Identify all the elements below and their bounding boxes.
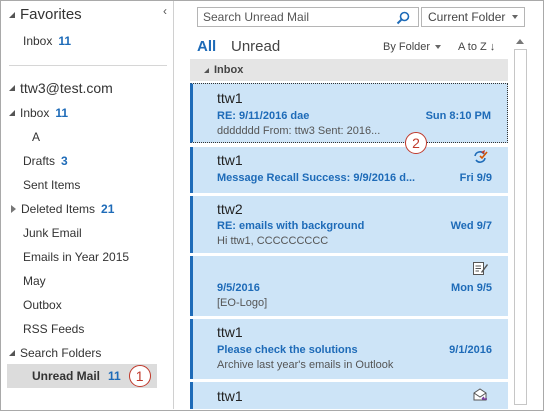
account-label: ttw3@test.com — [20, 80, 113, 96]
sort-order-button[interactable]: A to Z ↓ — [458, 41, 495, 53]
mail-item[interactable]: ttw2 RE: emails with background Wed 9/7 … — [190, 196, 508, 253]
tab-all[interactable]: All — [197, 38, 216, 55]
folder-item-deleted-items[interactable]: Deleted Items 21 — [1, 197, 173, 221]
mail-subject: Please check the solutions — [217, 344, 358, 356]
folder-label: A — [32, 130, 41, 144]
folder-item-a[interactable]: A — [1, 125, 173, 149]
folder-label: Deleted Items — [21, 202, 96, 216]
draft-count: 3 — [61, 154, 68, 168]
folder-item-drafts[interactable]: Drafts 3 — [1, 149, 173, 173]
mail-item[interactable]: ttw1 — [190, 382, 508, 409]
folder-label: Outbox — [23, 298, 62, 312]
favorites-label: Favorites — [20, 6, 82, 23]
mail-sender: ttw1 — [217, 152, 243, 168]
scrollbar-thumb[interactable] — [514, 49, 527, 405]
mail-sender: ttw1 — [217, 90, 243, 106]
folder-item-junk-email[interactable]: Junk Email — [1, 221, 173, 245]
expand-arrow-icon[interactable] — [9, 11, 15, 18]
mail-item[interactable]: ttw1 Please check the solutions 9/1/2016… — [190, 319, 508, 379]
folder-item-inbox[interactable]: Inbox 11 — [1, 101, 173, 125]
folder-label: Junk Email — [23, 226, 82, 240]
group-header-inbox[interactable]: Inbox — [190, 59, 508, 81]
chevron-down-icon — [512, 15, 518, 19]
pane-separator[interactable] — [173, 1, 190, 409]
mail-date: Wed 9/7 — [450, 220, 492, 232]
folder-label: RSS Feeds — [23, 322, 85, 336]
expand-arrow-icon[interactable] — [204, 67, 209, 73]
mail-date: Mon 9/5 — [451, 282, 492, 294]
mail-subject: RE: 9/11/2016 dae — [217, 110, 310, 122]
favorite-item-inbox[interactable]: Inbox 11 — [1, 29, 173, 53]
mail-preview: [EO-Logo] — [217, 297, 268, 309]
search-input[interactable]: Search Unread Mail — [197, 7, 419, 27]
mail-date: Sun 8:10 PM — [425, 110, 491, 122]
account-header[interactable]: ttw3@test.com — [9, 80, 113, 96]
mail-item[interactable]: ttw1 Message Recall Success: 9/9/2016 d.… — [190, 147, 508, 193]
scope-label: Current Folder — [428, 10, 506, 24]
folder-label: Emails in Year 2015 — [23, 250, 130, 264]
collapse-pane-icon[interactable]: ‹ — [159, 5, 171, 17]
folder-item-sent-items[interactable]: Sent Items — [1, 173, 173, 197]
tab-unread[interactable]: Unread — [231, 38, 280, 55]
search-scope-dropdown[interactable]: Current Folder — [421, 7, 525, 27]
folder-label: Inbox — [20, 106, 50, 120]
folder-label: May — [23, 274, 46, 288]
folder-label: Search Folders — [20, 346, 102, 360]
group-label: Inbox — [214, 64, 244, 76]
collapsed-arrow-icon[interactable] — [11, 205, 16, 213]
chevron-down-icon — [435, 45, 442, 49]
mail-sender: ttw2 — [217, 201, 243, 217]
mail-preview: ddddddd From: ttw3 Sent: 2016... — [217, 125, 381, 137]
mail-list: Inbox ttw1 RE: 9/11/2016 dae Sun 8:10 PM… — [190, 59, 508, 409]
folder-label: Unread Mail — [32, 369, 101, 383]
mail-preview: Archive last year's emails in Outlook — [217, 359, 394, 371]
mail-sender: ttw1 — [217, 324, 243, 340]
divider — [9, 65, 167, 66]
unread-count: 11 — [58, 34, 72, 48]
mail-subject: 9/5/2016 — [217, 282, 260, 294]
scroll-up-icon[interactable] — [516, 39, 524, 44]
mail-subject: RE: emails with background — [217, 220, 365, 232]
draft-edit-icon — [473, 262, 488, 275]
search-placeholder: Search Unread Mail — [203, 10, 310, 24]
unread-count: 11 — [108, 369, 121, 383]
recall-success-icon — [474, 150, 488, 163]
folder-pane: ‹ Favorites Inbox 11 ttw3@test.com Inbox… — [1, 1, 173, 409]
folder-item-search-folders[interactable]: Search Folders — [1, 341, 173, 365]
folder-label: Sent Items — [23, 178, 81, 192]
folder-label: Drafts — [23, 154, 56, 168]
favorites-header[interactable]: Favorites — [9, 6, 82, 23]
folder-item-outbox[interactable]: Outbox — [1, 293, 173, 317]
envelope-reply-icon — [473, 388, 487, 401]
step-badge: 1 — [128, 365, 151, 387]
mail-date: Fri 9/9 — [459, 172, 492, 184]
mail-subject: Message Recall Success: 9/9/2016 d... — [217, 172, 416, 184]
unread-count: 11 — [55, 106, 69, 120]
step-badge: 2 — [405, 132, 427, 154]
mail-list-scrollbar[interactable] — [512, 35, 529, 409]
arrange-by-dropdown[interactable]: By Folder — [383, 41, 442, 53]
mail-sender: ttw1 — [217, 388, 243, 404]
mail-item[interactable]: 9/5/2016 Mon 9/5 [EO-Logo] — [190, 256, 508, 316]
folder-item-rss-feeds[interactable]: RSS Feeds — [1, 317, 173, 341]
expand-arrow-icon[interactable] — [9, 110, 15, 116]
arrange-label: By Folder — [383, 41, 431, 53]
unread-count: 21 — [101, 202, 115, 216]
expand-arrow-icon[interactable] — [9, 350, 15, 356]
mail-date: 9/1/2016 — [449, 344, 492, 356]
search-icon[interactable] — [396, 11, 410, 25]
folder-label: Inbox — [23, 34, 53, 48]
folder-item-unread-mail[interactable]: Unread Mail 11 1 — [7, 364, 157, 388]
mail-preview: Hi ttw1, CCCCCCCCC — [217, 235, 329, 247]
folder-item-may[interactable]: May — [1, 269, 173, 293]
folder-item-emails-2015[interactable]: Emails in Year 2015 — [1, 245, 173, 269]
expand-arrow-icon[interactable] — [9, 85, 15, 91]
mail-item[interactable]: ttw1 RE: 9/11/2016 dae Sun 8:10 PM ddddd… — [190, 83, 508, 143]
